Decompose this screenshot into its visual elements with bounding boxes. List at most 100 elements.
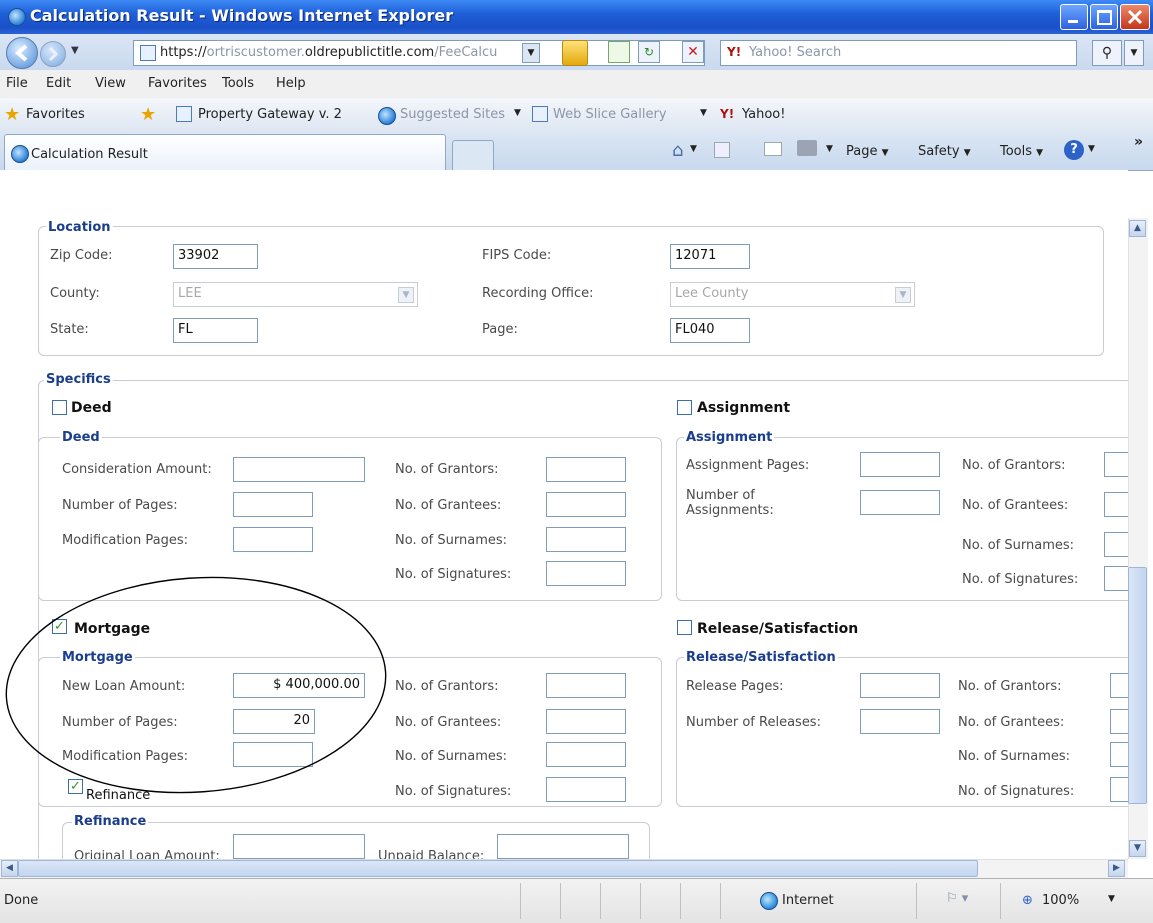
release-signatures-field[interactable] bbox=[1110, 777, 1128, 802]
recording-office-select[interactable]: Lee County ▼ bbox=[670, 282, 915, 307]
menu-help[interactable]: Help bbox=[276, 76, 306, 91]
compatibility-icon[interactable] bbox=[608, 41, 630, 63]
menu-view[interactable]: View bbox=[95, 76, 126, 91]
release-grantors-field[interactable] bbox=[1110, 673, 1128, 698]
safety-menu[interactable]: Safety ▼ bbox=[918, 144, 971, 159]
unpaid-balance-field[interactable] bbox=[497, 834, 629, 859]
lock-icon[interactable] bbox=[562, 40, 588, 66]
original-loan-field[interactable] bbox=[233, 834, 365, 859]
vertical-scroll-thumb[interactable] bbox=[1128, 567, 1147, 804]
mortgage-grantors-field[interactable] bbox=[546, 673, 626, 698]
scroll-up-icon[interactable]: ▲ bbox=[1129, 220, 1146, 237]
release-pages-label: Release Pages: bbox=[686, 679, 784, 694]
assignment-grantees-field[interactable] bbox=[1104, 492, 1128, 517]
assignment-grantors-label: No. of Grantors: bbox=[962, 458, 1066, 473]
assignment-pages-field[interactable] bbox=[860, 452, 940, 477]
chevron-down-icon[interactable]: ▼ bbox=[700, 108, 707, 118]
menu-file[interactable]: File bbox=[6, 76, 28, 91]
deed-checkbox[interactable] bbox=[52, 400, 67, 415]
stop-icon[interactable]: ✕ bbox=[682, 41, 704, 63]
county-select[interactable]: LEE ▼ bbox=[173, 282, 418, 307]
more-commands-icon[interactable]: » bbox=[1134, 134, 1143, 150]
zoom-level[interactable]: 100% bbox=[1042, 893, 1079, 908]
page-icon bbox=[176, 106, 192, 122]
release-grantees-label: No. of Grantees: bbox=[958, 715, 1065, 730]
chevron-down-icon[interactable]: ▼ bbox=[1088, 144, 1095, 154]
protected-mode-icon[interactable]: ⚐ ▾ bbox=[946, 891, 968, 906]
page-icon bbox=[532, 106, 548, 122]
scroll-left-icon[interactable]: ◀ bbox=[1, 860, 18, 877]
menu-edit[interactable]: Edit bbox=[46, 76, 71, 91]
globe-icon bbox=[760, 892, 778, 910]
refresh-icon[interactable]: ↻ bbox=[638, 41, 660, 63]
horizontal-scroll-thumb[interactable] bbox=[18, 860, 978, 877]
close-icon bbox=[1127, 9, 1143, 25]
scroll-right-icon[interactable]: ▶ bbox=[1108, 860, 1125, 877]
chevron-down-icon[interactable]: ▼ bbox=[514, 108, 521, 118]
url-dropdown-icon[interactable]: ▼ bbox=[522, 43, 540, 63]
search-box[interactable]: Y! Yahoo! Search bbox=[720, 40, 1077, 66]
mortgage-signatures-field[interactable] bbox=[546, 777, 626, 802]
add-favorite-icon[interactable]: ★ bbox=[140, 104, 156, 125]
chevron-down-icon[interactable]: ▼ bbox=[1108, 894, 1115, 904]
deed-pages-field[interactable] bbox=[233, 492, 313, 517]
fav-item-yahoo[interactable]: Yahoo! bbox=[742, 107, 785, 122]
zip-field[interactable]: 33902 bbox=[173, 244, 258, 269]
forward-button[interactable] bbox=[40, 41, 66, 67]
fav-item-suggested-sites[interactable]: Suggested Sites bbox=[400, 107, 505, 122]
help-icon[interactable]: ? bbox=[1064, 140, 1084, 160]
release-checkbox[interactable] bbox=[677, 620, 692, 635]
home-icon[interactable]: ⌂ bbox=[672, 140, 683, 161]
assignment-signatures-field[interactable] bbox=[1104, 566, 1128, 591]
assignment-checkbox[interactable] bbox=[677, 400, 692, 415]
mortgage-signatures-label: No. of Signatures: bbox=[395, 784, 512, 799]
tools-menu[interactable]: Tools ▼ bbox=[1000, 144, 1043, 159]
deed-grantors-field[interactable] bbox=[546, 457, 626, 482]
release-legend: Release/Satisfaction bbox=[684, 650, 838, 665]
chevron-down-icon[interactable]: ▼ bbox=[690, 144, 697, 154]
fips-field[interactable]: 12071 bbox=[670, 244, 750, 269]
mail-icon[interactable] bbox=[764, 142, 782, 156]
ie-logo-icon bbox=[11, 145, 29, 163]
favorites-button[interactable]: Favorites bbox=[26, 107, 85, 122]
deed-signatures-label: No. of Signatures: bbox=[395, 567, 512, 582]
page-field[interactable]: FL040 bbox=[670, 318, 750, 343]
mortgage-grantees-field[interactable] bbox=[546, 709, 626, 734]
page-menu[interactable]: Page ▼ bbox=[846, 144, 889, 159]
assignments-number-field[interactable] bbox=[860, 490, 940, 515]
menu-tools[interactable]: Tools bbox=[222, 76, 254, 91]
search-options-icon[interactable]: ▼ bbox=[1124, 40, 1144, 66]
menu-favorites[interactable]: Favorites bbox=[148, 76, 207, 91]
fav-item-web-slice-gallery[interactable]: Web Slice Gallery bbox=[553, 107, 667, 122]
history-dropdown-icon[interactable]: ▼ bbox=[71, 45, 79, 56]
feeds-icon[interactable] bbox=[714, 142, 730, 158]
maximize-button[interactable] bbox=[1090, 4, 1118, 30]
new-tab-button[interactable] bbox=[452, 140, 494, 171]
consideration-field[interactable] bbox=[233, 457, 365, 482]
assignments-number-label: Number of Assignments: bbox=[686, 488, 774, 518]
deed-mod-pages-field[interactable] bbox=[233, 527, 313, 552]
favorites-star-icon: ★ bbox=[4, 104, 21, 125]
release-pages-field[interactable] bbox=[860, 673, 940, 698]
assignment-surnames-field[interactable] bbox=[1104, 532, 1128, 557]
forward-arrow-icon bbox=[48, 46, 59, 62]
fav-item-property-gateway[interactable]: Property Gateway v. 2 bbox=[198, 107, 342, 122]
back-button[interactable] bbox=[6, 37, 38, 69]
scroll-down-icon[interactable]: ▼ bbox=[1129, 840, 1146, 857]
chevron-down-icon[interactable]: ▼ bbox=[826, 144, 833, 154]
releases-number-field[interactable] bbox=[860, 709, 940, 734]
deed-signatures-field[interactable] bbox=[546, 561, 626, 586]
minimize-button[interactable] bbox=[1060, 4, 1088, 30]
close-button[interactable] bbox=[1120, 4, 1150, 30]
mortgage-surnames-field[interactable] bbox=[546, 742, 626, 767]
deed-grantees-field[interactable] bbox=[546, 492, 626, 517]
deed-surnames-field[interactable] bbox=[546, 527, 626, 552]
search-icon[interactable]: ⚲ bbox=[1092, 40, 1122, 66]
tab-calculation-result[interactable]: Calculation Result bbox=[4, 134, 446, 171]
release-grantees-field[interactable] bbox=[1110, 709, 1128, 734]
print-icon[interactable] bbox=[797, 140, 817, 156]
yahoo-icon: Y! bbox=[720, 107, 735, 121]
assignment-grantors-field[interactable] bbox=[1104, 452, 1128, 477]
state-field[interactable]: FL bbox=[173, 318, 258, 343]
release-surnames-field[interactable] bbox=[1110, 742, 1128, 767]
